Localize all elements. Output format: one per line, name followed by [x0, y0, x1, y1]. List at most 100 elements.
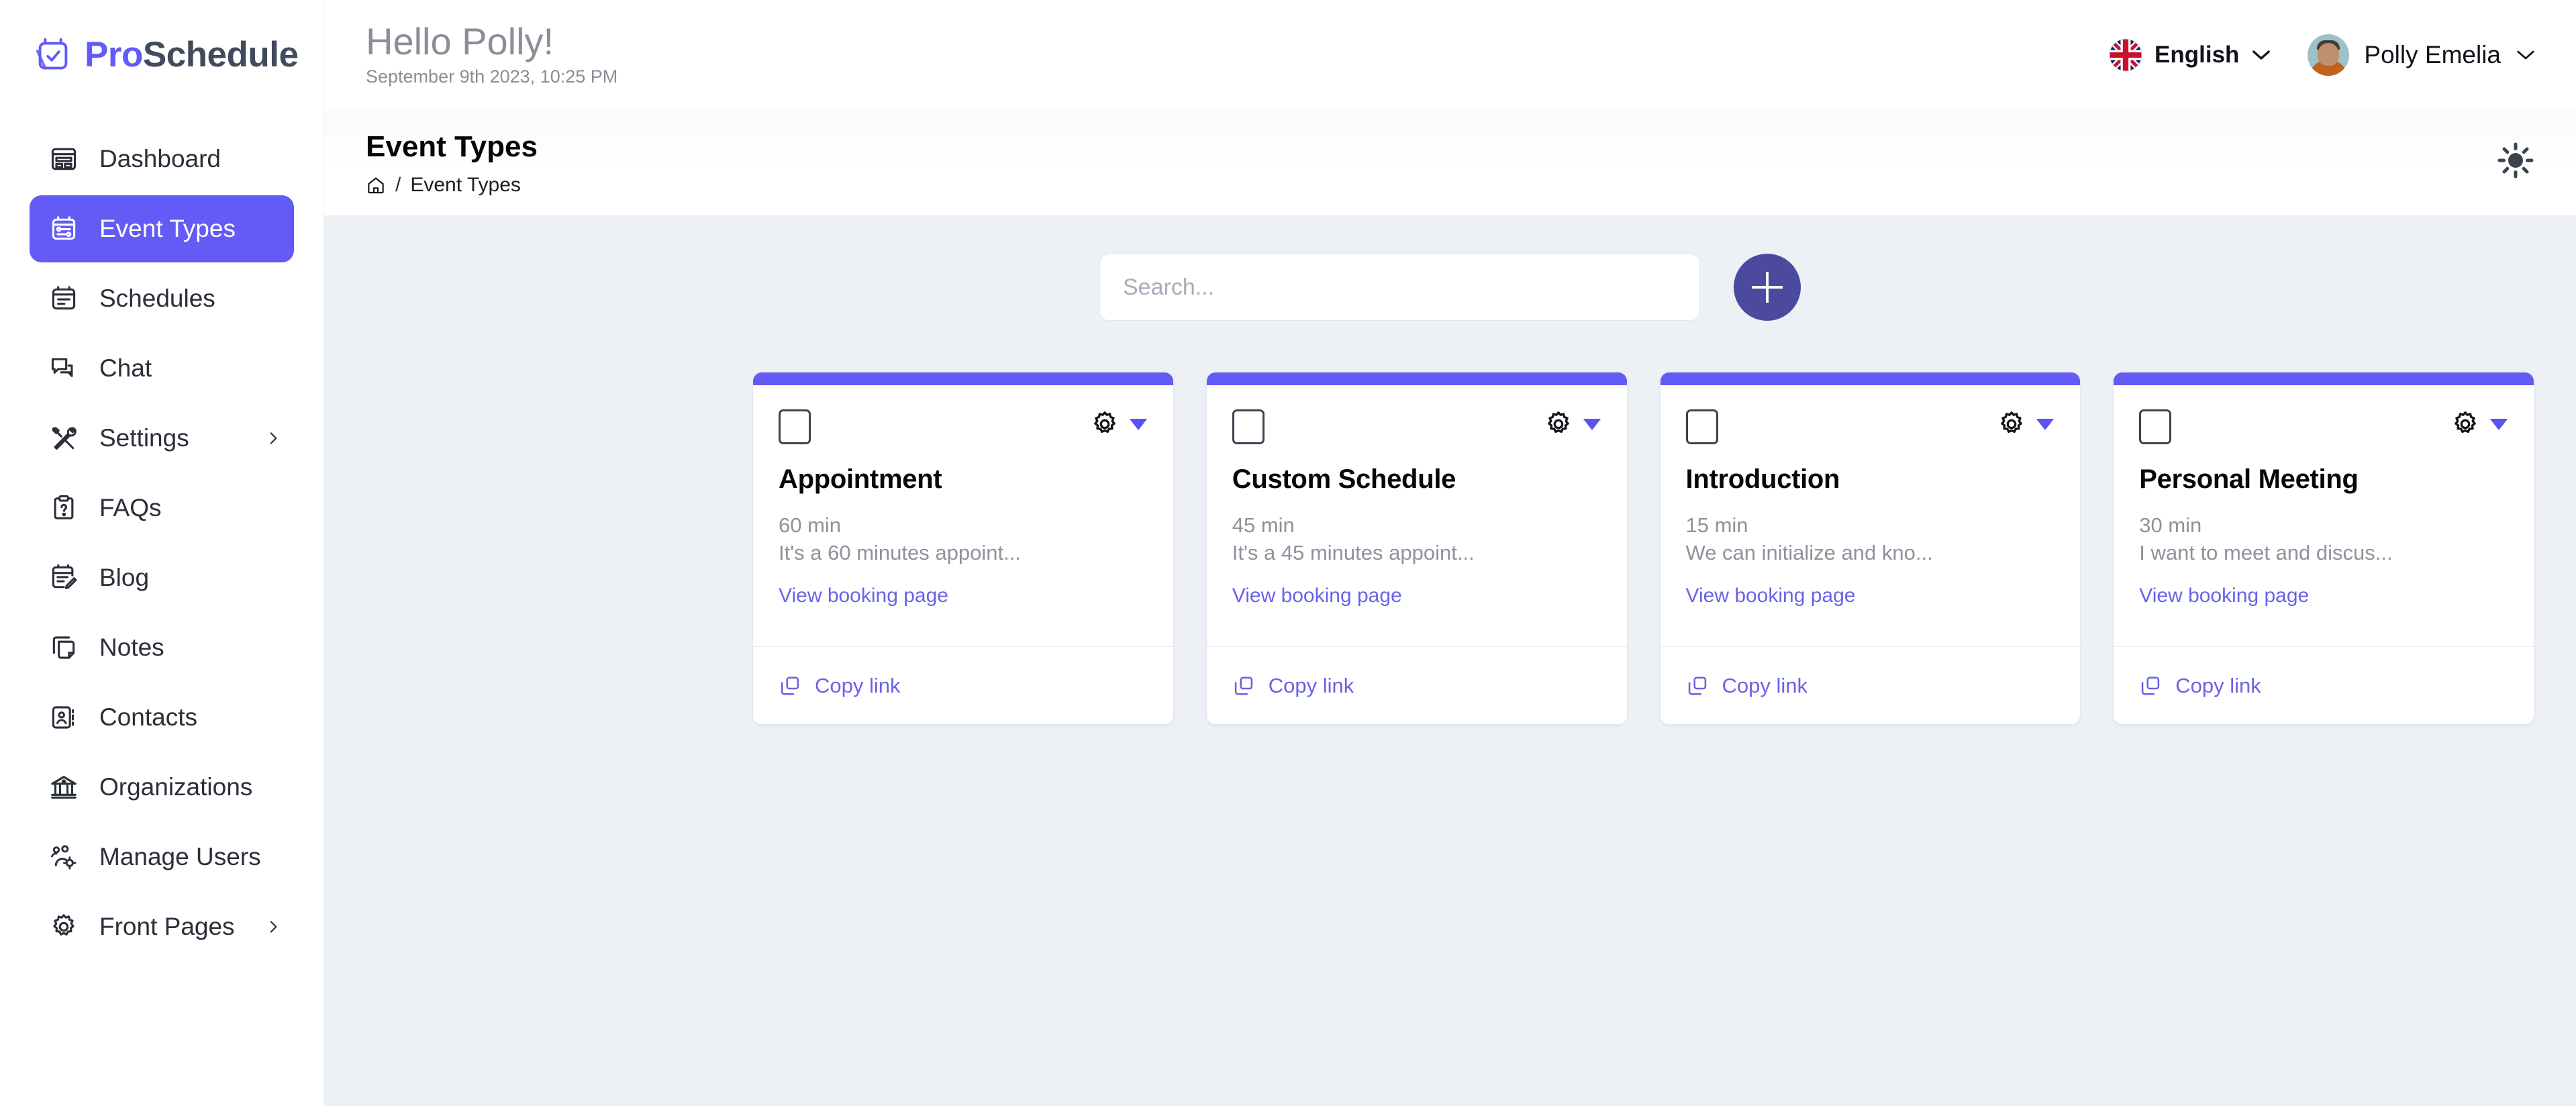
sidebar-item-settings[interactable]: Settings — [30, 405, 294, 472]
card-duration: 60 min — [779, 513, 842, 538]
tools-icon — [47, 421, 81, 455]
card-duration: 45 min — [1232, 513, 1295, 538]
gear-icon — [47, 910, 81, 944]
chevron-right-icon — [264, 430, 282, 447]
add-event-type-button[interactable] — [1734, 254, 1801, 321]
caret-down-icon — [2489, 418, 2508, 430]
card-select-checkbox[interactable] — [1232, 409, 1265, 445]
card-settings-menu[interactable] — [1997, 409, 2054, 439]
breadcrumb-separator: / — [395, 174, 401, 197]
copy-link-button[interactable]: Copy link — [1206, 646, 1627, 724]
event-type-card[interactable]: Custom Schedule 45 min It's a 45 minutes… — [1205, 372, 1628, 725]
copy-link-label: Copy link — [815, 673, 901, 697]
caret-down-icon — [1129, 418, 1148, 430]
search-input[interactable] — [1099, 254, 1700, 321]
copy-icon — [1686, 674, 1709, 697]
card-body: Appointment 60 min It's a 60 minutes app… — [753, 385, 1173, 646]
sidebar: ProSchedule Dashboard Event Types Schedu… — [0, 0, 324, 1106]
app-root: ProSchedule Dashboard Event Types Schedu… — [0, 0, 2576, 1106]
chevron-down-icon — [2516, 49, 2536, 61]
view-booking-page-link[interactable]: View booking page — [2139, 585, 2508, 607]
card-select-checkbox[interactable] — [779, 409, 811, 445]
card-header-row — [1232, 409, 1601, 445]
event-types-icon — [47, 212, 81, 246]
card-spacer — [779, 607, 1148, 646]
sidebar-item-event-types[interactable]: Event Types — [30, 195, 294, 262]
language-selector[interactable]: English — [2109, 38, 2271, 72]
content-area: Appointment 60 min It's a 60 minutes app… — [324, 216, 2576, 1106]
sidebar-item-faqs[interactable]: FAQs — [30, 474, 294, 542]
card-settings-menu[interactable] — [1544, 409, 1601, 439]
sidebar-item-label: Front Pages — [99, 913, 235, 940]
sidebar-item-label: Settings — [99, 424, 189, 452]
card-header-row — [2139, 409, 2508, 445]
user-menu[interactable]: Polly Emelia — [2308, 34, 2536, 76]
sidebar-item-dashboard[interactable]: Dashboard — [30, 125, 294, 193]
copy-icon — [1232, 674, 1255, 697]
home-icon[interactable] — [366, 175, 386, 195]
gear-icon — [1997, 409, 2026, 439]
sidebar-item-organizations[interactable]: Organizations — [30, 754, 294, 821]
copy-link-label: Copy link — [2175, 673, 2261, 697]
page-header: Event Types / Event Types — [324, 109, 2576, 217]
uk-flag-icon — [2109, 38, 2142, 72]
sidebar-item-label: Schedules — [99, 285, 215, 312]
caret-down-icon — [1583, 418, 1601, 430]
card-title: Introduction — [1685, 464, 1840, 495]
greeting-block: Hello Polly! September 9th 2023, 10:25 P… — [366, 21, 617, 88]
sidebar-item-chat[interactable]: Chat — [30, 335, 294, 402]
chat-bubbles-icon — [47, 352, 81, 385]
view-booking-page-link[interactable]: View booking page — [1686, 585, 2055, 607]
view-booking-page-link[interactable]: View booking page — [1232, 585, 1601, 607]
sidebar-item-notes[interactable]: Notes — [30, 614, 294, 681]
copy-icon — [779, 674, 801, 697]
card-settings-menu[interactable] — [1090, 409, 1148, 439]
sidebar-item-label: Event Types — [99, 215, 236, 242]
card-body: Personal Meeting 30 min I want to meet a… — [2114, 385, 2534, 646]
card-description: It's a 45 minutes appoint... — [1232, 541, 1475, 565]
view-booking-page-link[interactable]: View booking page — [779, 585, 1148, 607]
language-label: English — [2154, 41, 2240, 68]
card-accent-bar — [1660, 372, 2081, 386]
page-title: Event Types — [366, 130, 538, 163]
card-duration: 15 min — [1685, 513, 1748, 538]
chevron-right-icon — [264, 918, 282, 936]
card-spacer — [1232, 607, 1601, 646]
sidebar-item-label: Dashboard — [99, 145, 221, 172]
copy-link-button[interactable]: Copy link — [1660, 646, 2081, 724]
gear-icon — [1544, 409, 1573, 439]
card-body: Introduction 15 min We can initialize an… — [1661, 385, 2081, 646]
users-gear-icon — [47, 840, 81, 874]
sidebar-item-front-pages[interactable]: Front Pages — [30, 893, 294, 960]
card-select-checkbox[interactable] — [2139, 409, 2172, 445]
caret-down-icon — [2036, 418, 2054, 430]
sidebar-item-blog[interactable]: Blog — [30, 544, 294, 611]
brand-logo[interactable]: ProSchedule — [0, 0, 324, 109]
calendar-check-icon — [32, 34, 74, 76]
plus-icon — [1752, 272, 1783, 303]
user-name: Polly Emelia — [2364, 40, 2501, 68]
event-type-card[interactable]: Personal Meeting 30 min I want to meet a… — [2113, 372, 2534, 725]
event-type-card-grid: Appointment 60 min It's a 60 minutes app… — [324, 372, 2576, 725]
sidebar-item-label: Manage Users — [99, 843, 261, 870]
card-duration: 30 min — [2139, 513, 2202, 538]
card-select-checkbox[interactable] — [1685, 409, 1718, 445]
card-title: Personal Meeting — [2139, 464, 2359, 495]
copy-link-button[interactable]: Copy link — [2114, 646, 2534, 724]
card-accent-bar — [1206, 372, 1627, 386]
breadcrumb-current: Event Types — [410, 174, 521, 197]
sidebar-item-contacts[interactable]: Contacts — [30, 684, 294, 751]
sidebar-item-label: Blog — [99, 564, 150, 591]
sidebar-item-schedules[interactable]: Schedules — [30, 265, 294, 332]
sidebar-item-manage-users[interactable]: Manage Users — [30, 823, 294, 891]
card-spacer — [1686, 607, 2055, 646]
brand-name-part1: Pro — [85, 35, 143, 74]
event-type-card[interactable]: Appointment 60 min It's a 60 minutes app… — [752, 372, 1174, 725]
card-settings-menu[interactable] — [2450, 409, 2508, 439]
sidebar-item-label: Notes — [99, 634, 164, 661]
event-type-card[interactable]: Introduction 15 min We can initialize an… — [1659, 372, 2081, 725]
card-title: Custom Schedule — [1232, 464, 1456, 495]
brand-name-part2: Schedule — [142, 35, 299, 74]
sun-icon[interactable] — [2495, 140, 2536, 181]
copy-link-button[interactable]: Copy link — [753, 646, 1173, 724]
